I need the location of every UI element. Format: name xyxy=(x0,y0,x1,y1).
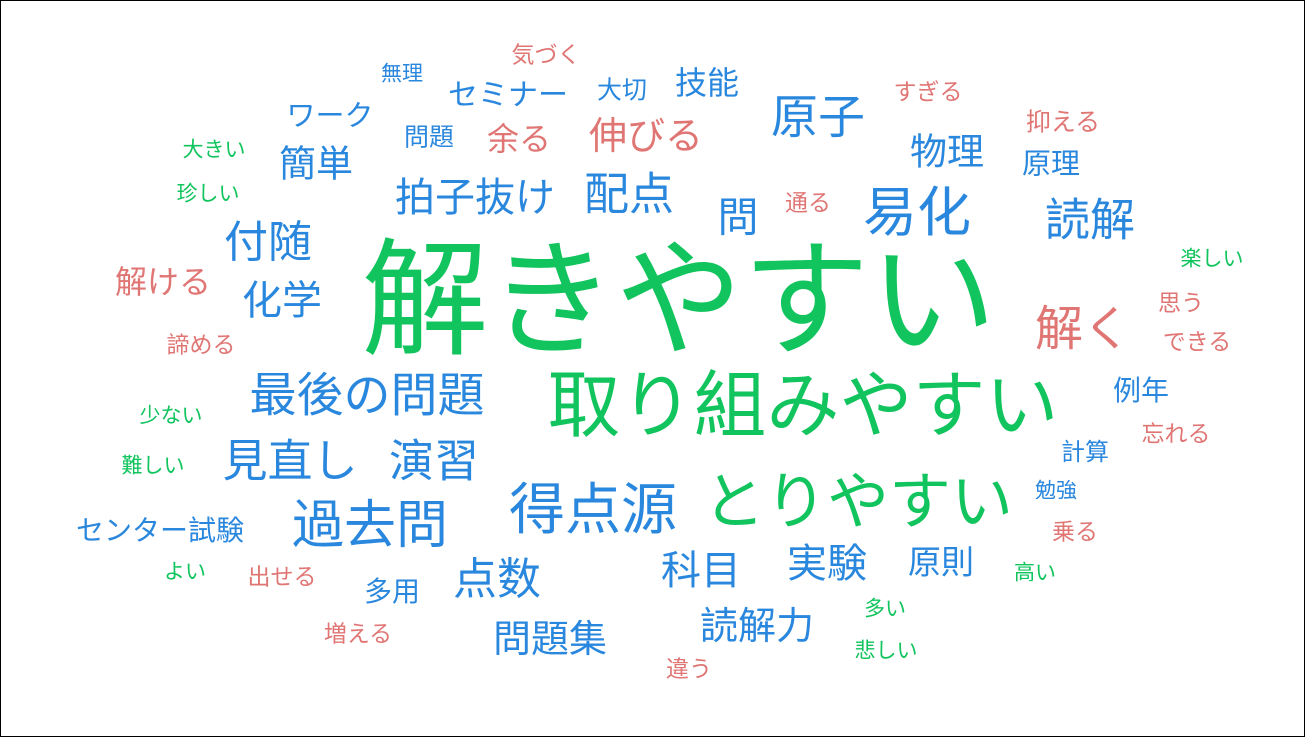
word-seminar: セミナー xyxy=(448,78,568,113)
word-mondaishu: 問題集 xyxy=(492,617,608,661)
word-sukunai: 少ない xyxy=(139,403,203,428)
word-jikken: 実験 xyxy=(787,541,867,587)
word-kamoku: 科目 xyxy=(661,548,741,594)
word-tayo: 多用 xyxy=(363,575,421,608)
word-mondai: 問題 xyxy=(403,122,455,152)
word-muzukashii: 難しい xyxy=(121,453,185,478)
word-ekika: 易化 xyxy=(863,181,971,244)
word-genshi: 原子 xyxy=(771,90,865,146)
word-yoi: よい xyxy=(164,559,206,584)
word-kakomon: 過去問 xyxy=(291,496,449,556)
word-taisetsu: 大切 xyxy=(596,75,648,105)
word-fueru: 増える xyxy=(323,621,393,648)
word-chigau: 違う xyxy=(666,656,712,683)
word-reinen: 例年 xyxy=(1112,374,1170,407)
word-saigo-no-mondai: 最後の問題 xyxy=(249,368,485,424)
word-center-shiken: センター試験 xyxy=(75,514,245,547)
word-haiten: 配点 xyxy=(583,167,675,221)
word-osaeru: 抑える xyxy=(1025,107,1101,137)
word-kizuku: 気づく xyxy=(511,42,581,69)
word-torikumiyasui: 取り組みやすい xyxy=(547,363,1059,449)
word-cloud: 解きやすい 取り組みやすい とりやすい 易化 得点源 過去問 最後の問題 原子 … xyxy=(0,0,1305,737)
word-wasureru: 忘れる xyxy=(1141,421,1211,448)
word-ooi: 多い xyxy=(864,596,906,621)
word-kanashii: 悲しい xyxy=(854,638,918,663)
word-fuzui: 付随 xyxy=(224,217,312,268)
word-gino: 技能 xyxy=(674,64,740,102)
word-dokkai: 読解 xyxy=(1044,193,1136,247)
word-kagaku: 化学 xyxy=(242,278,322,324)
word-amaru: 余る xyxy=(486,120,552,158)
word-gensoku: 原則 xyxy=(908,542,974,582)
word-dekiru: できる xyxy=(1162,329,1232,356)
word-toku: 解く xyxy=(1034,301,1132,357)
word-benkyo: 勉強 xyxy=(1035,478,1077,503)
word-mon: 問 xyxy=(717,193,759,242)
word-mezurashii: 珍しい xyxy=(176,181,240,206)
word-work: ワーク xyxy=(286,98,374,133)
word-butsuri: 物理 xyxy=(910,130,984,174)
word-ookii: 大きい xyxy=(182,137,246,162)
word-takai: 高い xyxy=(1014,560,1056,585)
word-genri: 原理 xyxy=(1021,146,1081,181)
word-nobiru: 伸びる xyxy=(588,114,704,158)
word-tokiyasui: 解きやすい xyxy=(361,226,997,375)
word-akirameru: 諦める xyxy=(166,332,236,359)
word-noru: 乗る xyxy=(1052,519,1098,546)
word-daseru: 出せる xyxy=(247,564,317,591)
word-kantan: 簡単 xyxy=(279,142,353,186)
word-tooru: 通る xyxy=(785,190,831,217)
word-tokutengen: 得点源 xyxy=(509,478,677,543)
word-sugiru: すぎる xyxy=(893,79,963,106)
word-enshu: 演習 xyxy=(388,434,480,488)
word-dokkairyoku: 読解力 xyxy=(699,604,815,648)
word-hyoshinuke: 拍子抜け xyxy=(395,175,555,221)
word-tokeru: 解ける xyxy=(114,263,212,301)
word-tensu: 点数 xyxy=(453,554,541,605)
word-tanoshii: 楽しい xyxy=(1180,246,1244,271)
word-muri: 無理 xyxy=(381,61,423,86)
word-toriyasui: とりやすい xyxy=(702,465,1014,538)
word-minaoshi: 見直し xyxy=(222,434,358,488)
word-keisan: 計算 xyxy=(1061,438,1109,466)
word-omou: 思う xyxy=(1158,290,1204,317)
